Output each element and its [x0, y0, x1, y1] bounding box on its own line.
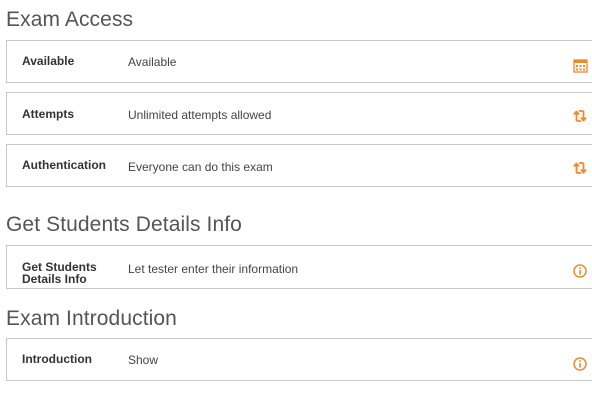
info-icon[interactable]: [573, 264, 589, 280]
setting-value-introduction: Show: [128, 353, 159, 367]
swap-arrows-icon[interactable]: [573, 109, 589, 125]
setting-value-authentication: Everyone can do this exam: [128, 160, 273, 174]
exam-settings-page: Exam Access Available Available Attempts…: [0, 0, 592, 401]
setting-row-available[interactable]: Available Available: [6, 40, 592, 83]
info-icon[interactable]: [573, 357, 589, 373]
section-title-student-details: Get Students Details Info: [6, 213, 242, 236]
setting-row-authentication[interactable]: Authentication Everyone can do this exam: [6, 144, 592, 187]
setting-value-available: Available: [128, 55, 177, 69]
setting-row-student-details[interactable]: Get Students Details Info Let tester ent…: [6, 245, 592, 289]
section-title-exam-access: Exam Access: [6, 8, 134, 31]
setting-label-available: Available: [22, 54, 75, 68]
setting-value-student-details: Let tester enter their information: [128, 262, 299, 276]
setting-label-attempts: Attempts: [22, 107, 75, 121]
setting-label-authentication: Authentication: [22, 158, 106, 172]
setting-row-introduction[interactable]: Introduction Show: [6, 338, 592, 381]
setting-row-attempts[interactable]: Attempts Unlimited attempts allowed: [6, 92, 592, 135]
setting-label-introduction: Introduction: [22, 352, 92, 366]
calendar-icon[interactable]: [573, 58, 589, 74]
setting-value-attempts: Unlimited attempts allowed: [128, 108, 272, 122]
section-title-exam-introduction: Exam Introduction: [6, 307, 177, 330]
swap-arrows-icon[interactable]: [573, 161, 589, 177]
setting-label-student-details-line2: Details Info: [22, 272, 87, 286]
